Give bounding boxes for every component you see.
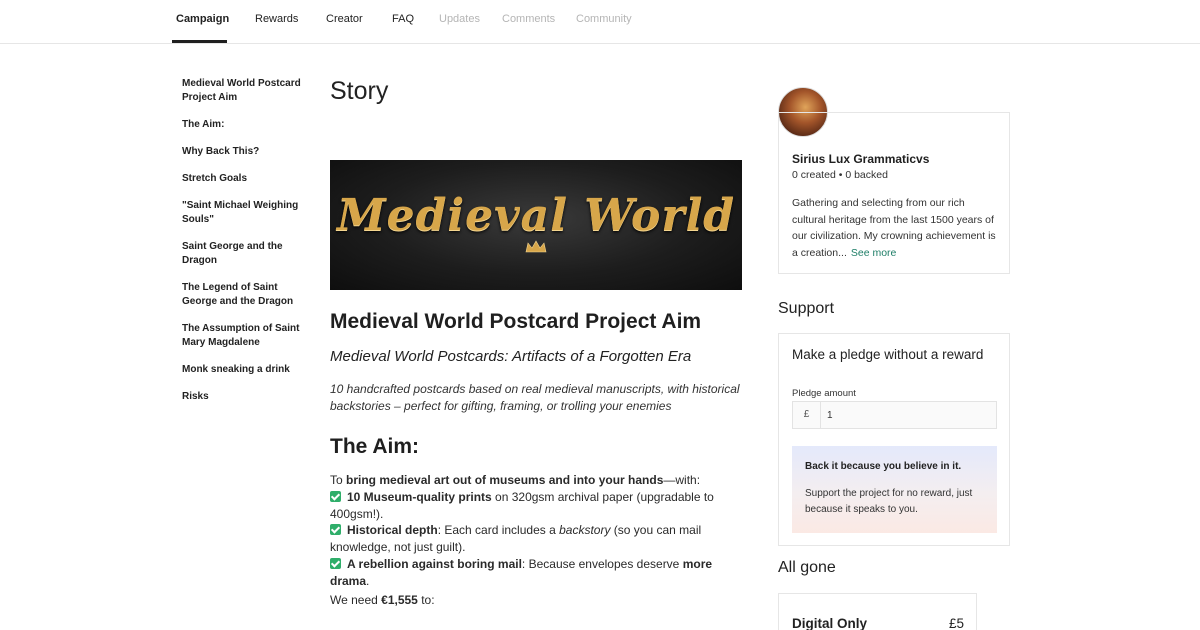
pledge-title: Make a pledge without a reward <box>792 347 984 362</box>
active-tab-indicator <box>172 40 227 43</box>
sidebar-item-saint-michael[interactable]: "Saint Michael Weighing Souls" <box>182 199 307 227</box>
sidebar-item-stretch-goals[interactable]: Stretch Goals <box>182 172 307 186</box>
page-title: Story <box>330 77 389 105</box>
pledge-amount-label: Pledge amount <box>792 388 856 399</box>
created-count: 0 created <box>792 169 836 181</box>
tab-creator[interactable]: Creator <box>326 12 363 26</box>
funding-need: We need €1,555 to: <box>330 593 435 607</box>
aim-item-rebellion: A rebellion against boring mail: Because… <box>330 556 713 588</box>
back-it-title: Back it because you believe in it. <box>805 461 962 472</box>
sidebar-item-project-aim[interactable]: Medieval World Postcard Project Aim <box>182 77 307 105</box>
all-gone-heading: All gone <box>778 559 836 576</box>
top-nav: Campaign Rewards Creator FAQ Updates Com… <box>0 0 1200 44</box>
story-main: Story Medieval World Medieval World Post… <box>330 76 742 607</box>
sidebar-item-why-back[interactable]: Why Back This? <box>182 145 307 159</box>
tab-updates: Updates <box>439 13 480 25</box>
pledge-amount-field: £ <box>792 401 997 429</box>
story-sidebar: Medieval World Postcard Project Aim The … <box>182 77 307 417</box>
sidebar-item-saint-george[interactable]: Saint George and the Dragon <box>182 240 307 268</box>
check-icon <box>330 557 341 569</box>
section-subheading: Medieval World Postcards: Artifacts of a… <box>330 348 692 365</box>
pledge-card[interactable]: Make a pledge without a reward Pledge am… <box>778 333 1010 546</box>
pledge-amount-input[interactable] <box>825 402 995 428</box>
back-it-description: Support the project for no reward, just … <box>805 488 973 515</box>
tab-rewards[interactable]: Rewards <box>255 12 298 26</box>
crown-icon <box>525 240 547 253</box>
banner-logo-text: Medieval World <box>336 190 736 241</box>
section-heading-the-aim: The Aim: <box>330 435 420 458</box>
reward-name: Digital Only <box>792 616 868 630</box>
creator-stats: 0 created • 0 backed <box>792 168 888 182</box>
currency-symbol: £ <box>793 402 821 428</box>
sidebar-item-risks[interactable]: Risks <box>182 390 307 404</box>
stats-separator: • <box>838 169 843 181</box>
aim-intro: To bring medieval art out of museums and… <box>330 473 701 487</box>
aim-paragraph: To bring medieval art out of museums and… <box>330 472 742 590</box>
tab-community: Community <box>576 13 632 25</box>
section-heading-project-aim: Medieval World Postcard Project Aim <box>330 310 702 333</box>
tab-campaign[interactable]: Campaign <box>176 12 229 26</box>
aim-item-prints: 10 Museum-quality prints on 320gsm archi… <box>330 489 714 521</box>
backed-count: 0 backed <box>845 169 888 181</box>
project-description: 10 handcrafted postcards based on real m… <box>330 382 740 413</box>
support-heading: Support <box>778 300 835 317</box>
tab-faq[interactable]: FAQ <box>392 12 414 26</box>
sidebar-item-legend-saint-george[interactable]: The Legend of Saint George and the Drago… <box>182 281 307 309</box>
aim-item-history: Historical depth: Each card includes a b… <box>330 523 702 555</box>
check-icon <box>330 524 341 536</box>
banner-image: Medieval World <box>330 160 742 290</box>
check-icon <box>330 490 341 502</box>
reward-card-digital-only[interactable]: Digital Only £5 <box>778 593 977 630</box>
reward-price: £5 <box>948 616 964 630</box>
creator-name[interactable]: Sirius Lux Grammaticvs <box>792 151 929 167</box>
sidebar-item-the-aim[interactable]: The Aim: <box>182 118 307 132</box>
sidebar-item-assumption[interactable]: The Assumption of Saint Mary Magdalene <box>182 322 307 350</box>
tab-comments: Comments <box>502 13 556 25</box>
sidebar-item-monk[interactable]: Monk sneaking a drink <box>182 363 307 377</box>
see-more-link[interactable]: See more <box>851 247 897 259</box>
creator-bio: Gathering and selecting from our rich cu… <box>792 197 996 259</box>
creator-card: Sirius Lux Grammaticvs 0 created • 0 bac… <box>778 112 1010 274</box>
back-it-info: Back it because you believe in it. Suppo… <box>792 446 997 533</box>
